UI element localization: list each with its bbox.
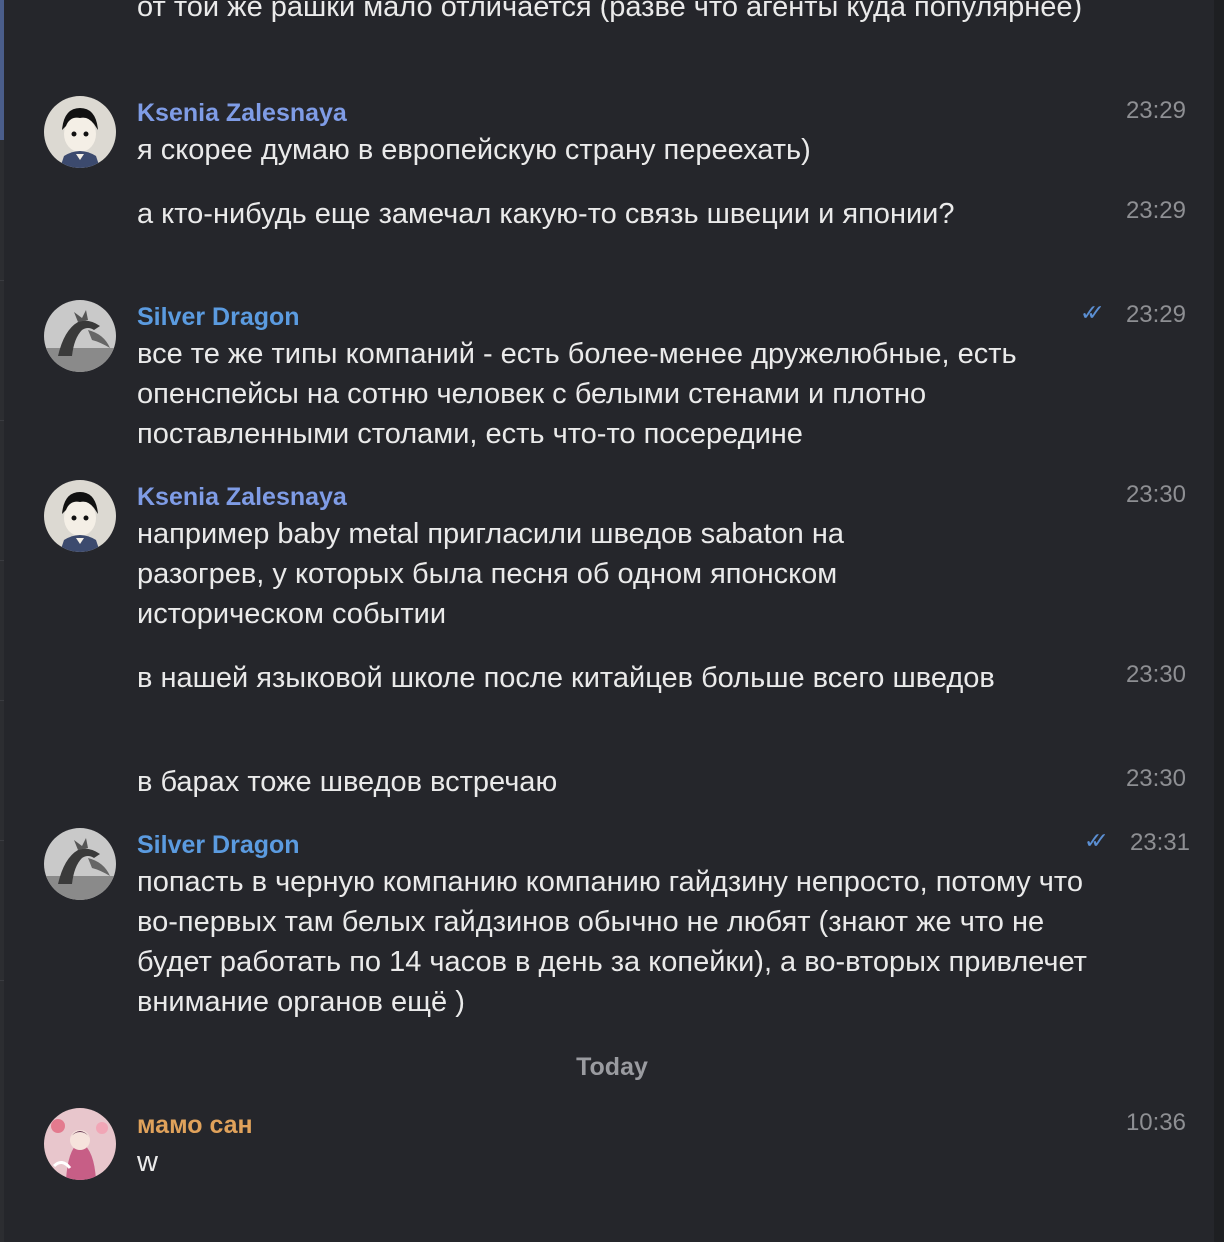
divider [0,840,4,841]
message-text: а кто-нибудь еще замечал какую-то связь … [137,198,955,230]
divider [0,560,4,561]
divider [0,280,4,281]
avatar-ksenia[interactable] [44,480,116,552]
selected-chat-indicator [0,0,4,140]
avatar-mamo-san[interactable] [44,1108,116,1180]
sender-name[interactable]: мамо сан [137,1109,253,1141]
avatar-silver-dragon[interactable] [44,300,116,372]
double-check-icon: ✓✓ [1084,828,1109,853]
avatar-silver-dragon[interactable] [44,828,116,900]
message-text: я скорее думаю в европейскую страну пере… [137,134,811,166]
sender-name[interactable]: Ksenia Zalesnaya [137,97,347,129]
divider [0,420,4,421]
message-time: 23:29 [1125,197,1186,224]
avatar-ksenia[interactable] [44,96,116,168]
message-text: например baby metal пригласили шведов sa… [137,518,844,630]
message-text: попасть в черную компанию компанию гайдз… [137,866,1087,1018]
message-time: 10:36 [1125,1109,1186,1136]
divider [0,700,4,701]
message-time: 23:30 [1125,481,1186,508]
divider [0,980,4,981]
sender-name[interactable]: Ksenia Zalesnaya [137,481,347,513]
sender-name[interactable]: Silver Dragon [137,829,300,861]
message-text: все те же типы компаний - есть более-мен… [137,338,1017,450]
message-text: в барах тоже шведов встречаю [137,766,558,798]
message-text: в нашей языковой школе после китайцев бо… [137,662,995,694]
message-time: 23:29 [1125,301,1186,328]
sender-name[interactable]: Silver Dragon [137,301,300,333]
date-separator: Today [576,1053,648,1081]
double-check-icon: ✓✓ [1080,300,1105,325]
message-time: 23:29 [1125,97,1186,124]
message-text: от той же рашки мало отличается (разве ч… [137,0,1083,23]
message-time: 23:30 [1125,765,1186,792]
message-time: 23:30 [1125,661,1186,688]
message-text: w [137,1146,158,1178]
message-time: 23:31 [1129,829,1190,856]
